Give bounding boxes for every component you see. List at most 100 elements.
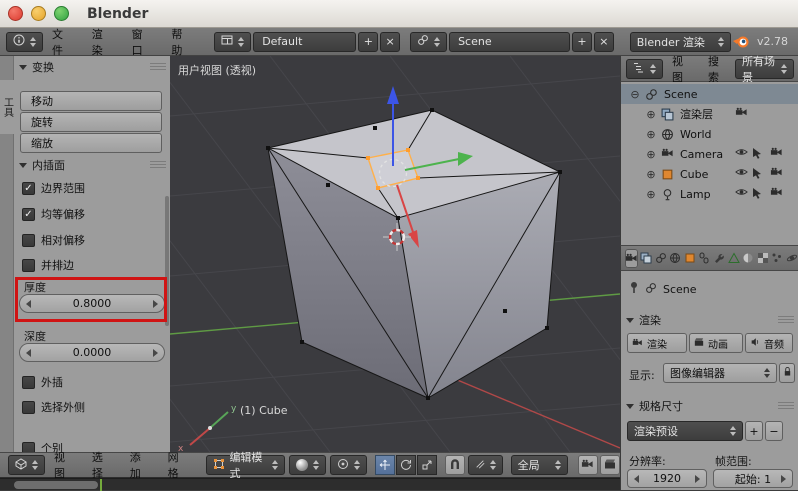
panel-dimensions-header[interactable]: 规格尺寸 <box>626 397 794 415</box>
slider-decrease-icon[interactable] <box>26 349 31 357</box>
panel-inset-header[interactable]: 内插面 <box>19 156 166 174</box>
checkbox-box[interactable] <box>22 376 35 389</box>
expander-icon[interactable]: ⊕ <box>645 108 657 121</box>
menu-help[interactable]: 帮助 <box>162 26 202 58</box>
scene-add-button[interactable]: + <box>572 32 592 52</box>
mode-dropdown[interactable]: 编辑模式 <box>206 455 284 475</box>
tab-particles[interactable] <box>771 249 784 268</box>
restrict-render-icon[interactable] <box>770 167 785 181</box>
scene-icon-button[interactable] <box>410 32 447 52</box>
checkbox-box[interactable] <box>22 401 35 414</box>
menu-render[interactable]: 渲染 <box>83 26 123 58</box>
panel-grip-icon[interactable] <box>150 63 166 72</box>
checkbox-box[interactable]: ✓ <box>22 182 35 195</box>
preset-add-button[interactable]: + <box>745 421 763 441</box>
menu-select[interactable]: 选择 <box>83 449 121 481</box>
screen-layout-delete-button[interactable]: × <box>380 32 400 52</box>
tab-physics[interactable] <box>785 249 798 268</box>
tab-render[interactable] <box>625 249 638 268</box>
render-presets-dropdown[interactable]: 渲染预设 <box>627 421 743 441</box>
tab-object-data[interactable] <box>727 249 740 268</box>
outliner-item-camera[interactable]: ⊕ Camera <box>621 144 798 164</box>
timeline-strip[interactable] <box>0 478 620 490</box>
depth-slider[interactable]: 0.0000 <box>19 343 165 362</box>
tab-world[interactable] <box>669 249 682 268</box>
restrict-view-icon[interactable] <box>735 167 750 181</box>
preset-remove-button[interactable]: − <box>765 421 783 441</box>
resolution-x-field[interactable]: 1920 <box>627 469 707 488</box>
opengl-render-button[interactable] <box>578 455 598 475</box>
expander-icon[interactable]: ⊕ <box>645 128 657 141</box>
panel-grip-icon[interactable] <box>778 402 794 411</box>
scene-delete-button[interactable]: × <box>594 32 614 52</box>
render-still-button[interactable]: 渲染 <box>627 333 687 353</box>
window-close-button[interactable] <box>8 6 23 21</box>
tab-material[interactable] <box>742 249 755 268</box>
outliner-menu-view[interactable]: 视图 <box>663 53 699 85</box>
snap-element-dropdown[interactable] <box>468 455 503 475</box>
menu-file[interactable]: 文件 <box>43 26 83 58</box>
expander-icon[interactable]: ⊕ <box>645 168 657 181</box>
pivot-center-dropdown[interactable] <box>330 455 367 475</box>
tab-scene[interactable] <box>655 249 668 268</box>
outliner-item-lamp[interactable]: ⊕ Lamp <box>621 184 798 204</box>
outliner-item-cube[interactable]: ⊕ Cube <box>621 164 798 184</box>
checkbox-box[interactable] <box>22 234 35 247</box>
decrease-icon[interactable] <box>634 475 639 483</box>
rotate-manipulator-button[interactable] <box>396 455 416 475</box>
expander-icon[interactable]: ⊕ <box>645 188 657 201</box>
timeline-scrollbar[interactable] <box>14 481 98 489</box>
boundary-checkbox[interactable]: ✓ 边界范围 <box>22 180 85 196</box>
restrict-view-icon[interactable] <box>735 147 750 161</box>
transform-orientation-dropdown[interactable]: 全局 <box>511 455 568 475</box>
breadcrumb-scene[interactable]: Scene <box>663 283 697 296</box>
restrict-render-icon[interactable] <box>770 147 785 161</box>
panel-grip-icon[interactable] <box>778 316 794 325</box>
restrict-render-icon[interactable] <box>770 187 785 201</box>
scale-manipulator-button[interactable] <box>417 455 437 475</box>
scene-name-field[interactable]: Scene <box>449 32 570 52</box>
tool-shelf-tab-tools[interactable]: 工具 <box>0 80 14 134</box>
pin-icon[interactable] <box>629 281 639 297</box>
screen-layout-icon-button[interactable] <box>214 32 251 52</box>
tab-modifiers[interactable] <box>713 249 726 268</box>
opengl-render-anim-button[interactable] <box>600 455 620 475</box>
outliner-item-world[interactable]: ⊕ World <box>621 124 798 144</box>
rotate-button[interactable]: 旋转 <box>20 112 162 132</box>
increase-icon[interactable] <box>781 475 786 483</box>
outset-checkbox[interactable]: 外插 <box>22 374 63 390</box>
checkbox-box[interactable] <box>22 259 35 272</box>
tab-texture[interactable] <box>756 249 769 268</box>
window-minimize-button[interactable] <box>31 6 46 21</box>
expander-icon[interactable]: ⊕ <box>645 148 657 161</box>
frame-start-field[interactable]: 起始: 1 <box>713 469 793 488</box>
slider-decrease-icon[interactable] <box>26 300 31 308</box>
render-animation-button[interactable]: 动画 <box>689 333 743 353</box>
menu-add[interactable]: 添加 <box>121 449 159 481</box>
current-frame-indicator[interactable] <box>100 479 102 491</box>
edge-rail-checkbox[interactable]: 并排边 <box>22 257 74 273</box>
offset-even-checkbox[interactable]: ✓ 均等偏移 <box>22 206 85 222</box>
checkbox-box[interactable]: ✓ <box>22 208 35 221</box>
select-outer-checkbox[interactable]: 选择外侧 <box>22 399 85 415</box>
render-engine-dropdown[interactable]: Blender 渲染 <box>630 32 731 52</box>
editor-type-button[interactable] <box>626 59 663 79</box>
move-button[interactable]: 移动 <box>20 91 162 111</box>
viewport-3d[interactable]: y x 用户视图 (透视) (1) Cube <box>170 56 620 452</box>
snap-toggle-button[interactable] <box>445 455 465 475</box>
titlebar[interactable]: Blender <box>0 0 798 28</box>
menu-window[interactable]: 窗口 <box>123 26 163 58</box>
expander-icon[interactable]: ⊖ <box>629 88 641 101</box>
window-maximize-button[interactable] <box>54 6 69 21</box>
display-dropdown[interactable]: 图像编辑器 <box>663 363 777 383</box>
viewport-canvas[interactable]: y x <box>170 56 620 452</box>
display-mode-dropdown[interactable]: 所有场景 <box>735 59 794 79</box>
menu-view[interactable]: 视图 <box>45 449 83 481</box>
outliner-item-renderlayers[interactable]: ⊕ 渲染层 <box>621 104 798 124</box>
screen-layout-field[interactable]: Default <box>253 32 356 52</box>
offset-relative-checkbox[interactable]: 相对偏移 <box>22 232 85 248</box>
menu-mesh[interactable]: 网格 <box>159 449 197 481</box>
panel-transform-header[interactable]: 变换 <box>19 58 166 76</box>
outliner-menu-search[interactable]: 搜索 <box>699 53 735 85</box>
panel-grip-icon[interactable] <box>150 161 166 170</box>
